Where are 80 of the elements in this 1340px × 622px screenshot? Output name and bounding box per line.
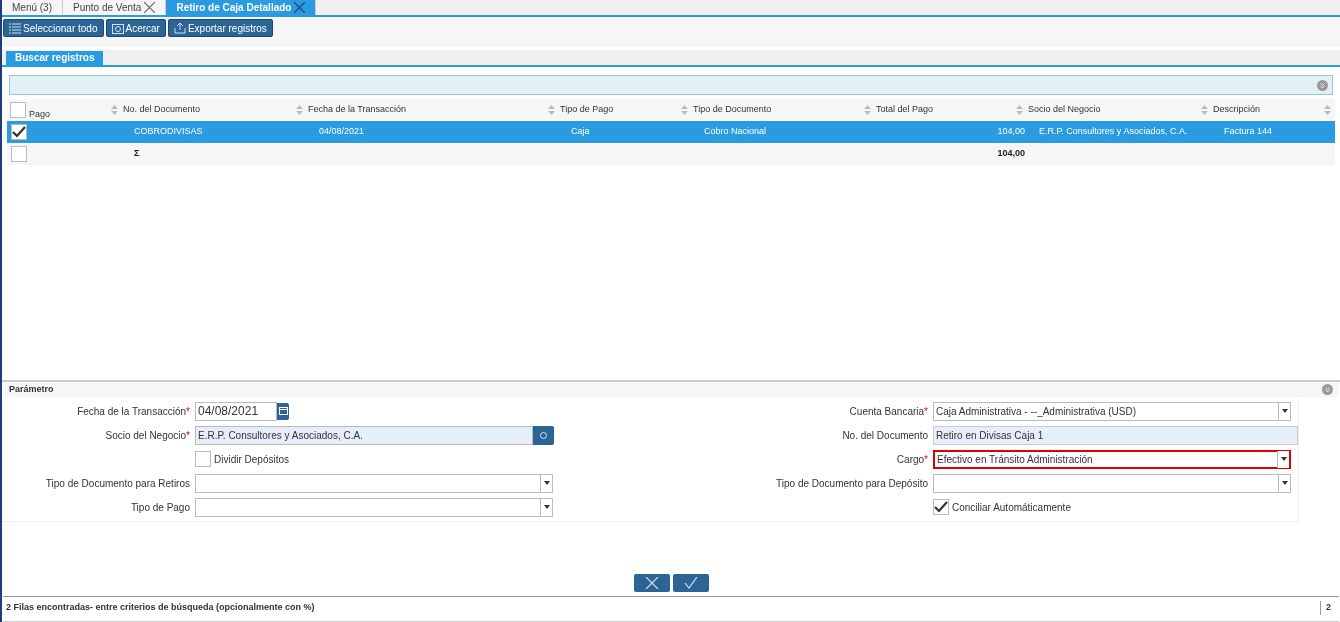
upload-icon xyxy=(173,22,186,34)
sort-icon xyxy=(1016,105,1023,115)
field-label: Socio del Negocio* xyxy=(104,428,191,443)
field-label: Fecha de la Transacción* xyxy=(76,404,191,419)
field-label: Tipo de Documento para Retiros xyxy=(44,476,191,491)
column-header[interactable]: No. del Documento xyxy=(122,103,296,117)
sort-icon xyxy=(1324,105,1331,115)
toolbar-button[interactable]: Acercar xyxy=(105,19,166,37)
table-cell: E.R.P. Consultores y Asociados, C.A. xyxy=(1039,125,1188,139)
dropdown-button[interactable] xyxy=(1278,402,1290,420)
table-cell: COBRODIVISAS xyxy=(134,125,203,139)
section-title: Parámetro xyxy=(9,382,55,396)
sort-icon xyxy=(864,105,871,115)
cancel-button[interactable] xyxy=(633,574,670,592)
caret-icon xyxy=(1280,457,1287,461)
date-field[interactable]: 04/08/2021 xyxy=(195,401,277,421)
dropdown-button[interactable] xyxy=(540,474,552,492)
table-cell: Σ xyxy=(134,147,140,161)
dropdown-field[interactable] xyxy=(195,497,553,517)
table-cell: 104,00 xyxy=(997,147,1025,161)
search-button[interactable] xyxy=(533,425,554,445)
dropdown-field[interactable] xyxy=(933,473,1291,493)
caret-icon xyxy=(543,481,550,485)
field-label: Cargo* xyxy=(895,452,929,467)
checkbox-label: Conciliar Automáticamente xyxy=(952,500,1071,515)
checkbox[interactable] xyxy=(10,102,26,118)
field-label: Tipo de Documento para Depósito xyxy=(775,476,929,491)
checkbox-label: Dividir Depósitos xyxy=(214,452,290,467)
close-icon[interactable] xyxy=(294,1,306,13)
calendar-button[interactable] xyxy=(277,402,289,420)
tab[interactable]: Menú (3) xyxy=(2,0,63,15)
row-count: 2 xyxy=(1320,601,1336,615)
sort-icon xyxy=(111,105,118,115)
table-cell: Factura 144 xyxy=(1224,125,1273,139)
close-icon[interactable] xyxy=(144,1,156,13)
search-icon xyxy=(540,431,547,439)
toolbar-button[interactable]: Seleccionar todo xyxy=(3,19,104,37)
checkmark-icon xyxy=(683,577,698,589)
status-message: 2 Filas encontradas- entre criterios de búsqueda (opcionalmente con %) xyxy=(6,601,316,614)
zoom-icon xyxy=(111,22,124,34)
search-field[interactable]: E.R.P. Consultores y Asociados, C.A. xyxy=(195,425,533,445)
caret-icon xyxy=(1281,481,1288,485)
dropdown-button[interactable] xyxy=(1278,474,1290,492)
checkbox[interactable] xyxy=(11,124,27,140)
checkbox[interactable] xyxy=(11,146,27,162)
dropdown-button[interactable] xyxy=(1277,450,1289,468)
close-icon xyxy=(644,577,659,589)
table-cell: 04/08/2021 xyxy=(319,125,365,139)
column-header[interactable]: Total del Pago xyxy=(875,103,1016,117)
field-label: Tipo de Pago xyxy=(129,500,191,515)
dropdown-button[interactable] xyxy=(540,498,552,516)
column-header[interactable]: Tipo de Pago xyxy=(559,103,681,117)
column-header[interactable]: Tipo de Documento xyxy=(692,103,864,117)
column-header[interactable]: Pago xyxy=(29,108,51,122)
sort-icon xyxy=(681,105,688,115)
sort-icon xyxy=(1201,105,1208,115)
field-label: Cuenta Bancaria* xyxy=(848,404,929,419)
sort-icon xyxy=(296,105,303,115)
list-icon xyxy=(9,22,21,34)
sort-icon xyxy=(548,105,555,115)
column-header[interactable]: Socio del Negocio xyxy=(1027,103,1201,117)
column-header[interactable]: Descripción xyxy=(1212,103,1324,117)
text-field[interactable]: Retiro en Divisas Caja 1 xyxy=(933,425,1298,445)
checkbox[interactable] xyxy=(195,451,211,467)
table-cell: Cobro Nacional xyxy=(704,125,767,139)
table-cell: Caja xyxy=(571,125,590,139)
checkbox[interactable] xyxy=(933,499,949,515)
caret-icon xyxy=(543,505,550,509)
ok-button[interactable] xyxy=(672,574,709,592)
column-header[interactable]: Fecha de la Transacción xyxy=(307,103,548,117)
table-cell: 104,00 xyxy=(997,125,1025,139)
field-label: No. del Documento xyxy=(841,428,929,443)
collapse-icon[interactable] xyxy=(1322,384,1333,395)
dropdown-field[interactable]: Caja Administrativa - --_Administrativa (USD) xyxy=(933,401,1291,421)
dropdown-field[interactable]: Efectivo en Tránsito Administración xyxy=(933,449,1291,469)
tab[interactable]: Punto de Venta xyxy=(63,0,167,15)
table-row[interactable]: Σ 104,00 xyxy=(7,143,1335,165)
toolbar-button[interactable]: Exportar registros xyxy=(167,19,273,37)
caret-icon xyxy=(1281,409,1288,413)
dropdown-field[interactable] xyxy=(195,473,553,493)
